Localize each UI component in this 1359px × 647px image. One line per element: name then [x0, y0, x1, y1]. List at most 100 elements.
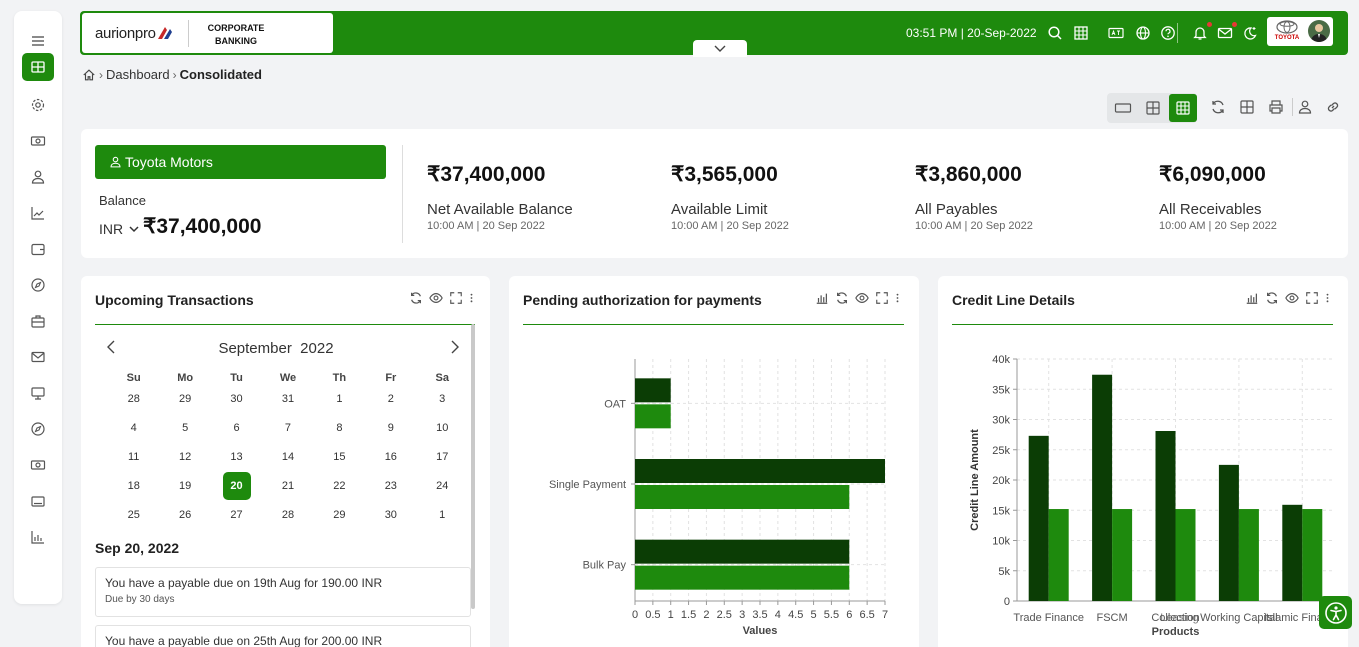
scrollbar[interactable] — [471, 324, 475, 609]
print-icon[interactable] — [1267, 98, 1285, 116]
calendar-day[interactable]: 24 — [417, 472, 468, 500]
weekday-label: Fr — [385, 371, 397, 384]
calendar-day[interactable]: 28 — [262, 501, 313, 529]
layout-grid-icon[interactable] — [1169, 94, 1197, 122]
calendar-day[interactable]: 14 — [262, 443, 313, 471]
y-tick-label: 40k — [992, 354, 1010, 366]
language-icon[interactable] — [1107, 24, 1125, 42]
sidebar — [14, 11, 62, 604]
trending-icon[interactable] — [22, 199, 54, 227]
calendar-day[interactable]: 22 — [314, 472, 365, 500]
metric-net-available-balance: ₹37,400,000 Net Available Balance 10:00 … — [427, 162, 573, 232]
bell-icon[interactable] — [1191, 24, 1209, 42]
grid-icon[interactable] — [1072, 24, 1090, 42]
y-tick-label: 10k — [992, 536, 1010, 548]
calendar-day[interactable]: 20 — [211, 471, 262, 500]
widgets-icon[interactable] — [1238, 98, 1256, 116]
currency-select[interactable]: INR — [99, 221, 123, 237]
monitor-icon[interactable] — [22, 379, 54, 407]
calendar-day-number: 21 — [281, 479, 295, 492]
card-icon[interactable] — [22, 487, 54, 515]
x-tick-label: 2 — [703, 609, 709, 621]
avatar[interactable] — [1308, 20, 1330, 42]
calendar-day[interactable]: 30 — [365, 501, 416, 529]
calendar-day[interactable]: 12 — [159, 443, 210, 471]
home-icon[interactable] — [82, 68, 96, 82]
help-icon[interactable] — [1159, 24, 1177, 42]
calendar-day[interactable]: 4 — [108, 414, 159, 442]
header-collapse-toggle[interactable] — [693, 40, 747, 57]
next-month-icon[interactable] — [450, 340, 460, 354]
calendar-day[interactable]: 11 — [108, 443, 159, 471]
calendar-day[interactable]: 18 — [108, 472, 159, 500]
calendar-day[interactable]: 27 — [211, 501, 262, 529]
calendar-day[interactable]: 9 — [365, 414, 416, 442]
calendar-day[interactable]: 5 — [159, 414, 210, 442]
layout-quad-icon[interactable] — [1139, 94, 1167, 122]
top-header: aurionpro CORPORATE BANKING 03:51 PM | 2… — [80, 11, 1348, 57]
list-item[interactable]: You have a payable due on 25th Aug for 2… — [95, 625, 471, 647]
refresh-icon[interactable] — [409, 291, 423, 305]
calendar-day[interactable]: 13 — [211, 443, 262, 471]
metric-label: All Payables — [915, 201, 998, 218]
logo-mark-icon — [158, 27, 172, 39]
calendar-month-label: September 2022 — [81, 340, 471, 357]
company-name: Toyota Motors — [125, 154, 213, 170]
calendar-day[interactable]: 21 — [262, 472, 313, 500]
theme-icon[interactable] — [1241, 24, 1259, 42]
dashboard-icon[interactable] — [22, 53, 54, 81]
calendar-day[interactable]: 25 — [108, 501, 159, 529]
explore-icon[interactable] — [22, 271, 54, 299]
mail-icon[interactable] — [22, 343, 54, 371]
calendar-day[interactable]: 7 — [262, 414, 313, 442]
calendar-day[interactable]: 3 — [417, 385, 468, 413]
calendar-day[interactable]: 30 — [211, 385, 262, 413]
menu-icon[interactable] — [22, 27, 54, 55]
calendar-day[interactable]: 31 — [262, 385, 313, 413]
breadcrumb-dashboard[interactable]: Dashboard — [106, 67, 170, 82]
calendar-day-number: 27 — [230, 508, 243, 521]
cash-icon[interactable] — [22, 451, 54, 479]
company-selector-button[interactable]: Toyota Motors — [95, 145, 386, 179]
eye-icon[interactable] — [429, 291, 443, 305]
calendar-day[interactable]: 29 — [159, 385, 210, 413]
link-icon[interactable] — [1324, 98, 1342, 116]
calendar-day[interactable]: 10 — [417, 414, 468, 442]
calendar-day[interactable]: 23 — [365, 472, 416, 500]
account-summary-card: Toyota Motors Balance INR ₹37,400,000 ₹3… — [81, 129, 1348, 258]
user-icon[interactable] — [22, 163, 54, 191]
calendar-day[interactable]: 17 — [417, 443, 468, 471]
refresh-icon[interactable] — [1209, 98, 1227, 116]
calendar-day[interactable]: 1 — [417, 501, 468, 529]
briefcase-icon[interactable] — [22, 307, 54, 335]
wallet-icon[interactable] — [22, 235, 54, 263]
calendar-day[interactable]: 26 — [159, 501, 210, 529]
expand-icon[interactable] — [449, 291, 463, 305]
calendar-day[interactable]: 15 — [314, 443, 365, 471]
calendar-day[interactable]: 19 — [159, 472, 210, 500]
more-icon[interactable] — [469, 291, 474, 305]
brand-profile[interactable]: TOYOTA — [1267, 17, 1333, 46]
accessibility-button[interactable] — [1319, 596, 1352, 629]
calendar-day[interactable]: 28 — [108, 385, 159, 413]
bar — [635, 539, 850, 564]
user-icon[interactable] — [1296, 98, 1314, 116]
globe-icon[interactable] — [1134, 24, 1152, 42]
calendar-day[interactable]: 6 — [211, 414, 262, 442]
compass-icon[interactable] — [22, 415, 54, 443]
settings-icon[interactable] — [22, 91, 54, 119]
layout-single-icon[interactable] — [1109, 94, 1137, 122]
chevron-down-icon[interactable] — [129, 226, 139, 233]
calendar-day[interactable]: 1 — [314, 385, 365, 413]
calendar-day-number: 28 — [281, 508, 295, 521]
list-item[interactable]: You have a payable due on 19th Aug for 1… — [95, 567, 471, 617]
calendar-day[interactable]: 2 — [365, 385, 416, 413]
report-icon[interactable] — [22, 523, 54, 551]
search-icon[interactable] — [1046, 24, 1064, 42]
calendar-day[interactable]: 16 — [365, 443, 416, 471]
calendar-day[interactable]: 8 — [314, 414, 365, 442]
calendar-day[interactable]: 29 — [314, 501, 365, 529]
x-tick-label: Leasing — [1160, 612, 1199, 624]
payments-icon[interactable] — [22, 127, 54, 155]
mail-icon[interactable] — [1216, 24, 1234, 42]
